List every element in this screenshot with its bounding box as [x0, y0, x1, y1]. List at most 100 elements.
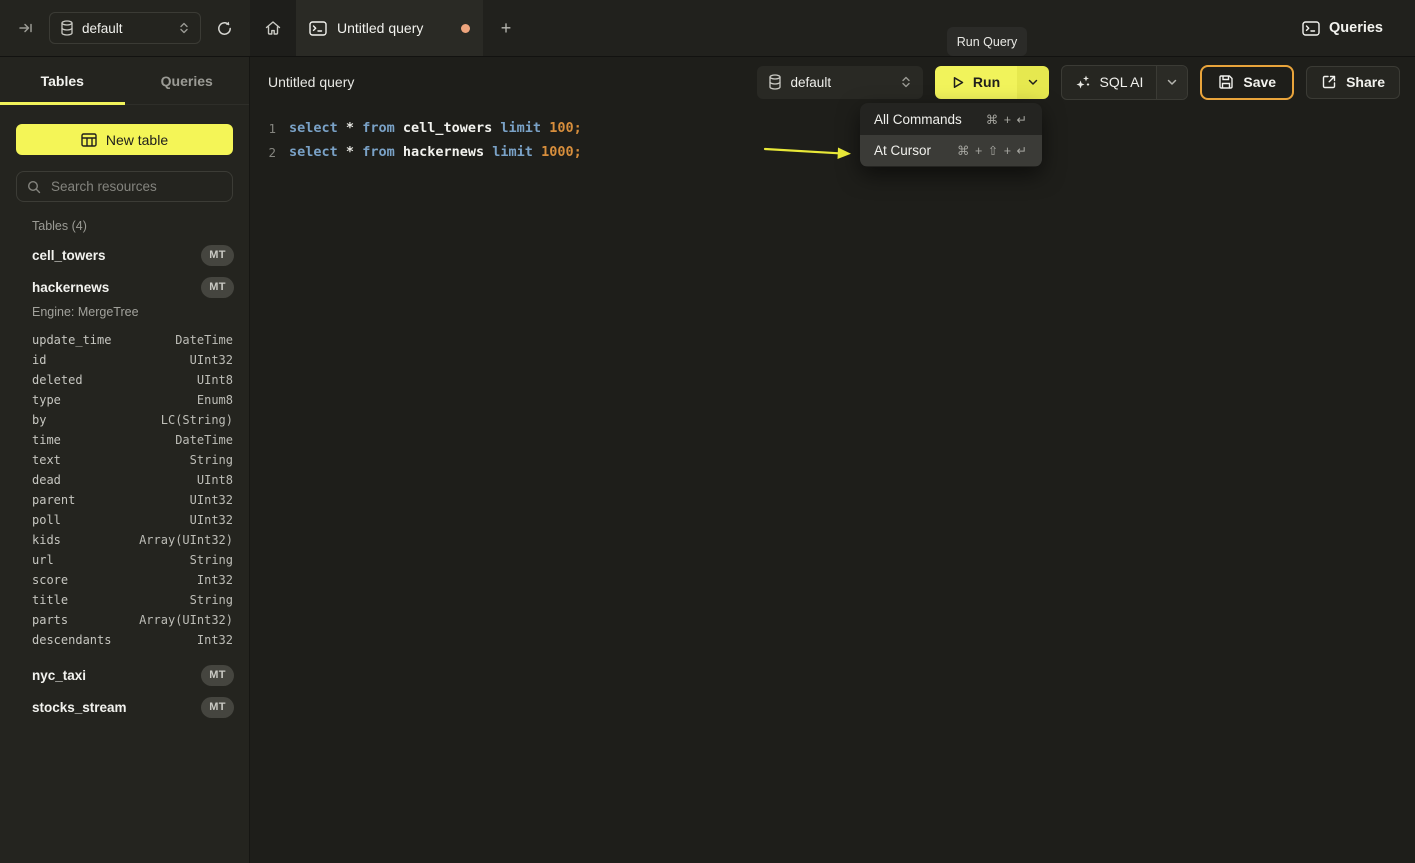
column-row: timeDateTime [0, 430, 250, 450]
engine-badge: MT [201, 665, 234, 686]
column-row: kids Array(UInt32) [0, 530, 250, 550]
column-row: titleString [0, 590, 250, 610]
column-type: Int32 [197, 633, 233, 647]
search-input[interactable] [49, 178, 222, 195]
new-table-button[interactable]: New table [16, 124, 233, 155]
collapse-sidebar-icon [18, 20, 34, 36]
refresh-button[interactable] [210, 14, 238, 42]
column-row: typeEnum8 [0, 390, 250, 410]
toolbar-database-selector[interactable]: default [757, 66, 923, 99]
topbar-database-selector[interactable]: default [49, 12, 201, 44]
tables-list: cell_towersMThackernewsMTEngine: MergeTr… [0, 239, 250, 723]
share-icon [1321, 74, 1337, 90]
table-name: hackernews [32, 280, 109, 295]
column-type: UInt8 [197, 473, 233, 487]
sql-ai-button[interactable]: SQL AI [1062, 66, 1157, 99]
table-row[interactable]: hackernews MT [0, 271, 250, 303]
column-type: LC(String) [161, 413, 233, 427]
sidebar: Tables Queries New table Tables (4) cell… [0, 57, 250, 863]
share-button[interactable]: Share [1306, 66, 1400, 99]
run-options-caret[interactable] [1017, 66, 1049, 99]
column-type: UInt32 [190, 353, 233, 367]
column-name: score [32, 573, 68, 587]
column-name: url [32, 553, 54, 567]
save-button[interactable]: Save [1200, 65, 1294, 100]
toolbar-database-value: default [791, 75, 891, 90]
run-button-label: Run [973, 74, 1000, 90]
column-row: pollUInt32 [0, 510, 250, 530]
sql-editor[interactable]: 1select * from cell_towers limit 100;2se… [250, 107, 1415, 863]
column-row: by LC(String) [0, 410, 250, 430]
column-row: update_timeDateTime [0, 330, 250, 350]
table-row[interactable]: cell_towers MT [0, 239, 250, 271]
column-row: id UInt32 [0, 350, 250, 370]
table-name: nyc_taxi [32, 668, 86, 683]
table-columns: update_timeDateTimeidUInt32deletedUInt8t… [0, 330, 250, 650]
chevron-updown-icon [178, 21, 190, 35]
sql-ai-options-caret[interactable] [1156, 66, 1187, 99]
column-name: title [32, 593, 68, 607]
active-tab-underline [0, 102, 125, 105]
editor-toolbar: Untitled query default Run [250, 57, 1415, 107]
queries-button-label: Queries [1329, 20, 1383, 36]
table-name: cell_towers [32, 248, 106, 263]
column-name: time [32, 433, 61, 447]
tables-section-label: Tables (4) [32, 219, 87, 233]
column-type: String [190, 453, 233, 467]
column-type: UInt32 [190, 493, 233, 507]
code-text: select * from cell_towers limit 100; [276, 120, 582, 136]
run-menu: All Commands ⌘ + ↵ At Cursor⌘ + ⇧ + ↵ [860, 103, 1042, 167]
menu-item-label: All Commands [874, 112, 962, 127]
code-text: select * from hackernews limit 1000; [276, 144, 582, 160]
play-icon [951, 75, 965, 90]
column-type: String [190, 553, 233, 567]
search-icon [27, 180, 41, 194]
table-name: stocks_stream [32, 700, 127, 715]
sparkles-icon [1075, 74, 1091, 90]
share-button-label: Share [1346, 74, 1385, 90]
table-row[interactable]: nyc_taxi MT [0, 659, 250, 691]
column-type: UInt32 [190, 513, 233, 527]
column-name: id [32, 353, 46, 367]
column-name: by [32, 413, 46, 427]
queries-button[interactable]: Queries [1296, 0, 1389, 56]
column-name: descendants [32, 633, 111, 647]
column-type: Enum8 [197, 393, 233, 407]
column-name: text [32, 453, 61, 467]
table-grid-icon [81, 133, 97, 147]
sidebar-tab-queries[interactable]: Queries [125, 57, 250, 104]
engine-badge: MT [201, 277, 234, 298]
new-tab-button[interactable]: + [483, 0, 529, 56]
refresh-icon [216, 20, 233, 37]
topbar-left-section: default [0, 0, 250, 56]
home-tab[interactable] [250, 0, 296, 56]
queries-terminal-icon [1302, 21, 1320, 36]
column-name: dead [32, 473, 61, 487]
column-name: kids [32, 533, 61, 547]
table-row[interactable]: stocks_stream MT [0, 691, 250, 723]
line-number: 2 [250, 145, 276, 160]
run-menu-item[interactable]: All Commands ⌘ + ↵ [860, 104, 1042, 135]
save-button-label: Save [1243, 74, 1276, 90]
code-line[interactable]: 2select * from hackernews limit 1000; [250, 140, 1415, 164]
collapse-sidebar-button[interactable] [12, 14, 40, 42]
topbar-database-value: default [82, 21, 170, 36]
sidebar-tabs: Tables Queries [0, 57, 249, 105]
column-type: Array(UInt32) [139, 533, 233, 547]
run-menu-item[interactable]: At Cursor⌘ + ⇧ + ↵ [860, 135, 1042, 166]
column-row: deletedUInt8 [0, 370, 250, 390]
column-type: DateTime [175, 333, 233, 347]
code-line[interactable]: 1select * from cell_towers limit 100; [250, 116, 1415, 140]
engine-badge: MT [201, 245, 234, 266]
sql-console-app: default Untitled query + [0, 0, 1415, 863]
query-tab[interactable]: Untitled query [296, 0, 483, 56]
top-bar: default Untitled query + [0, 0, 1415, 57]
column-row: descendants Int32 [0, 630, 250, 650]
engine-badge: MT [201, 697, 234, 718]
menu-item-shortcut: ⌘ + ↵ [986, 112, 1028, 127]
terminal-icon [309, 21, 327, 36]
query-title: Untitled query [268, 74, 354, 90]
run-query-tooltip: Run Query [947, 27, 1027, 56]
sidebar-tab-tables[interactable]: Tables [0, 57, 125, 104]
run-button[interactable]: Run [935, 66, 1017, 99]
